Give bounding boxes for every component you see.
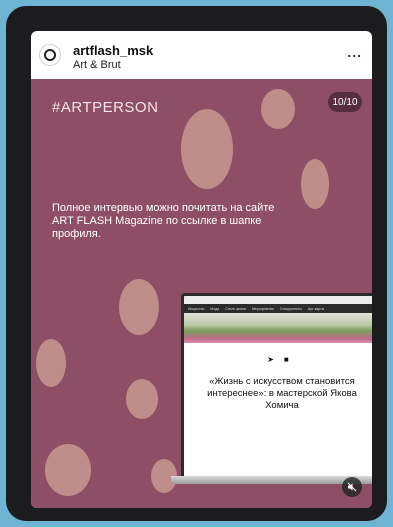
avatar[interactable] [39, 44, 61, 66]
nav-item: Стиль жизни [225, 306, 246, 311]
figure-illustration [126, 379, 158, 419]
figure-illustration [261, 89, 295, 129]
slide-counter: 10/10 [328, 92, 362, 112]
nav-item: Искусство [188, 306, 205, 311]
hashtag-title: #ARTPERSON [52, 99, 159, 116]
laptop-screen: Искусство Мода Стиль жизни Мероприятия С… [181, 293, 372, 480]
slide-caption: Полное интервью можно почитать на сайте … [52, 202, 275, 240]
article-banner-image [184, 313, 372, 343]
figure-illustration [181, 109, 233, 189]
post-header: artflash_msk Art & Brut ... [31, 31, 372, 79]
nav-item: Мода [210, 306, 220, 311]
nav-item: Арт-карты [307, 306, 325, 311]
speaker-muted-icon [347, 482, 357, 492]
post-media[interactable]: #ARTPERSON 10/10 Полное интервью можно п… [31, 79, 372, 508]
article-headline: «Жизнь с искусством становится интересне… [207, 376, 357, 411]
post-card: artflash_msk Art & Brut ... #ARTPERSON 1… [31, 31, 372, 508]
telegram-icon: ➤ [267, 355, 274, 364]
nav-item: Спецпроекты [279, 306, 302, 311]
circle-logo-icon [44, 49, 56, 61]
username[interactable]: artflash_msk [73, 43, 153, 58]
post-subtitle[interactable]: Art & Brut [73, 59, 121, 71]
social-links: ➤ ■ [184, 355, 372, 364]
figure-illustration [301, 159, 329, 209]
figure-illustration [119, 279, 159, 335]
nav-item: Мероприятия [251, 306, 274, 311]
vk-icon: ■ [283, 355, 289, 364]
browser-bar [184, 296, 372, 304]
figure-illustration [36, 339, 66, 387]
mute-button[interactable] [342, 477, 362, 497]
figure-illustration [45, 444, 91, 496]
more-options-button[interactable]: ... [347, 44, 362, 60]
site-navbar: Искусство Мода Стиль жизни Мероприятия С… [184, 304, 372, 313]
